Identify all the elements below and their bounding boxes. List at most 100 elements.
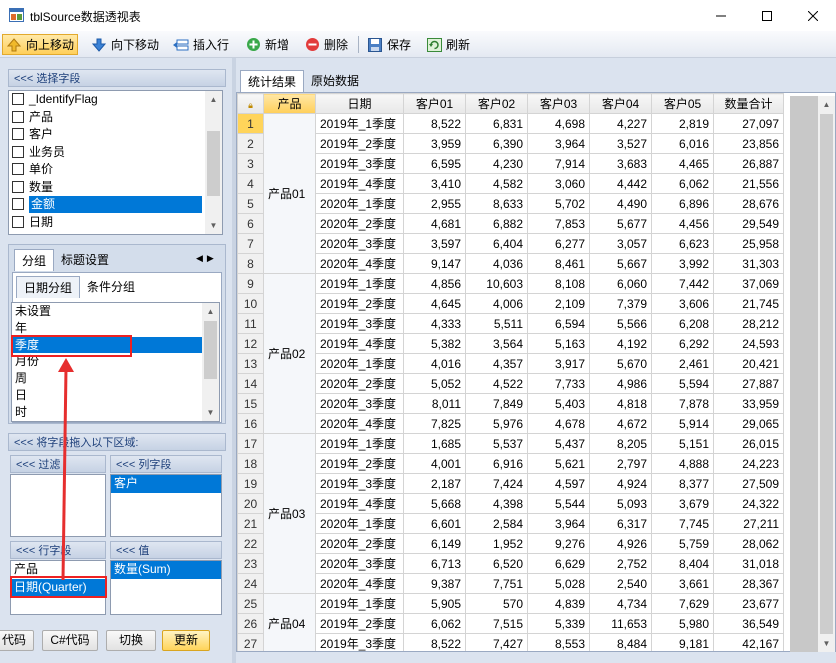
value-cell[interactable]: 4,839 bbox=[527, 593, 590, 614]
value-cell[interactable]: 4,016 bbox=[403, 353, 466, 374]
row-number[interactable]: 4 bbox=[237, 173, 264, 194]
value-cell[interactable]: 4,001 bbox=[403, 453, 466, 474]
value-cell[interactable]: 4,856 bbox=[403, 273, 466, 294]
date-cell[interactable]: 2019年_4季度 bbox=[315, 173, 404, 194]
row-number[interactable]: 15 bbox=[237, 393, 264, 414]
value-cell[interactable]: 5,914 bbox=[651, 413, 714, 434]
value-cell[interactable]: 570 bbox=[465, 593, 528, 614]
checkbox-icon[interactable] bbox=[12, 180, 24, 193]
table-row[interactable]: 15 2020年_3季度 8,011 7,849 5,403 4,818 7,878 33,9… bbox=[237, 393, 784, 414]
value-cell[interactable]: 5,382 bbox=[403, 333, 466, 354]
group-cell[interactable]: 产品02 bbox=[263, 273, 316, 434]
move-down-button[interactable]: 向下移动 bbox=[88, 34, 162, 55]
group-option[interactable]: 周 bbox=[12, 370, 219, 387]
insert-row-button[interactable]: 插入行 bbox=[170, 34, 232, 55]
maximize-button[interactable] bbox=[744, 0, 790, 31]
value-cell[interactable]: 8,522 bbox=[403, 113, 466, 134]
field-item[interactable]: 单价 bbox=[9, 161, 222, 179]
value-cell[interactable]: 4,597 bbox=[527, 473, 590, 494]
value-cell[interactable]: 4,986 bbox=[589, 373, 652, 394]
value-cell[interactable]: 6,594 bbox=[527, 313, 590, 334]
value-cell[interactable]: 5,905 bbox=[403, 593, 466, 614]
value-cell[interactable]: 4,357 bbox=[465, 353, 528, 374]
value-cell[interactable]: 3,597 bbox=[403, 233, 466, 254]
value-cell[interactable]: 9,387 bbox=[403, 573, 466, 594]
value-cell[interactable]: 20,421 bbox=[713, 353, 784, 374]
value-cell[interactable]: 4,926 bbox=[589, 533, 652, 554]
row-number[interactable]: 5 bbox=[237, 193, 264, 214]
value-cell[interactable]: 7,849 bbox=[465, 393, 528, 414]
value-cell[interactable]: 9,181 bbox=[651, 633, 714, 651]
value-cell[interactable]: 5,670 bbox=[589, 353, 652, 374]
date-cell[interactable]: 2020年_1季度 bbox=[315, 353, 404, 374]
value-cell[interactable]: 3,060 bbox=[527, 173, 590, 194]
value-cell[interactable]: 5,511 bbox=[465, 313, 528, 334]
value-cell[interactable]: 3,679 bbox=[651, 493, 714, 514]
value-cell[interactable]: 5,677 bbox=[589, 213, 652, 234]
checkbox-icon[interactable] bbox=[12, 163, 24, 175]
delete-button[interactable]: 删除 bbox=[301, 34, 351, 55]
value-cell[interactable]: 3,057 bbox=[589, 233, 652, 254]
table-row[interactable]: 23 2020年_3季度 6,713 6,520 6,629 2,752 8,404 31,0… bbox=[237, 553, 784, 574]
subtab-condition-group[interactable]: 条件分组 bbox=[80, 276, 142, 298]
value-cell[interactable]: 5,163 bbox=[527, 333, 590, 354]
value-cell[interactable]: 4,522 bbox=[465, 373, 528, 394]
row-number[interactable]: 22 bbox=[237, 533, 264, 554]
date-cell[interactable]: 2019年_3季度 bbox=[315, 153, 404, 174]
value-cell[interactable]: 2,797 bbox=[589, 453, 652, 474]
checkbox-icon[interactable] bbox=[12, 215, 24, 228]
value-cell[interactable]: 5,759 bbox=[651, 533, 714, 554]
scrollbar-thumb[interactable] bbox=[204, 321, 217, 379]
value-cell[interactable]: 8,484 bbox=[589, 633, 652, 651]
table-row[interactable]: 4 2019年_4季度 3,410 4,582 3,060 4,442 6,062 21,55… bbox=[237, 173, 784, 194]
value-cell[interactable]: 8,553 bbox=[527, 633, 590, 651]
value-cell[interactable]: 4,818 bbox=[589, 393, 652, 414]
date-cell[interactable]: 2019年_3季度 bbox=[315, 313, 404, 334]
value-cell[interactable]: 8,377 bbox=[651, 473, 714, 494]
value-cell[interactable]: 23,856 bbox=[713, 133, 784, 154]
table-row[interactable]: 22 2020年_2季度 6,149 1,952 9,276 4,926 5,759 28,0… bbox=[237, 533, 784, 554]
column-area[interactable]: 客户 bbox=[110, 474, 222, 537]
value-cell[interactable]: 26,887 bbox=[713, 153, 784, 174]
value-cell[interactable]: 6,292 bbox=[651, 333, 714, 354]
value-cell[interactable]: 6,149 bbox=[403, 533, 466, 554]
table-row[interactable]: 18 2019年_2季度 4,001 6,916 5,621 2,797 4,888 24,2… bbox=[237, 453, 784, 474]
table-row[interactable]: 2 2019年_2季度 3,959 6,390 3,964 3,527 6,016 23,85… bbox=[237, 133, 784, 154]
value-cell[interactable]: 5,544 bbox=[527, 493, 590, 514]
code-button[interactable]: 代码 bbox=[0, 630, 34, 651]
value-cell[interactable]: 7,442 bbox=[651, 273, 714, 294]
value-cell[interactable]: 4,006 bbox=[465, 293, 528, 314]
date-cell[interactable]: 2019年_2季度 bbox=[315, 293, 404, 314]
value-cell[interactable]: 7,825 bbox=[403, 413, 466, 434]
value-cell[interactable]: 3,959 bbox=[403, 133, 466, 154]
date-cell[interactable]: 2019年_4季度 bbox=[315, 333, 404, 354]
value-cell[interactable]: 24,593 bbox=[713, 333, 784, 354]
row-number[interactable]: 16 bbox=[237, 413, 264, 434]
value-cell[interactable]: 4,888 bbox=[651, 453, 714, 474]
scrollbar-thumb[interactable] bbox=[820, 114, 833, 634]
value-cell[interactable]: 6,882 bbox=[465, 213, 528, 234]
value-cell[interactable]: 6,277 bbox=[527, 233, 590, 254]
field-item[interactable]: 金额 bbox=[9, 196, 222, 214]
table-row[interactable]: 1 产品01 2019年_1季度 8,522 6,831 4,698 4,227 2,819 2… bbox=[237, 113, 784, 274]
table-row[interactable]: 17 产品03 2019年_1季度 1,685 5,537 5,437 8,205 5,151… bbox=[237, 433, 784, 594]
row-number[interactable]: 11 bbox=[237, 313, 264, 334]
group-list-scrollbar[interactable]: ▲ ▼ bbox=[202, 303, 219, 421]
row-number[interactable]: 21 bbox=[237, 513, 264, 534]
value-cell[interactable]: 7,379 bbox=[589, 293, 652, 314]
row-number[interactable]: 9 bbox=[237, 273, 264, 294]
subtab-date-group[interactable]: 日期分组 bbox=[16, 276, 81, 298]
value-cell[interactable]: 29,549 bbox=[713, 213, 784, 234]
value-cell[interactable]: 5,980 bbox=[651, 613, 714, 634]
refresh-button[interactable]: 刷新 bbox=[423, 34, 473, 55]
value-field-item[interactable]: 数量(Sum) bbox=[111, 561, 221, 579]
scrollbar-thumb[interactable] bbox=[207, 131, 220, 196]
table-row[interactable]: 3 2019年_3季度 6,595 4,230 7,914 3,683 4,465 26,88… bbox=[237, 153, 784, 174]
value-cell[interactable]: 25,958 bbox=[713, 233, 784, 254]
value-cell[interactable]: 4,672 bbox=[589, 413, 652, 434]
value-cell[interactable]: 31,018 bbox=[713, 553, 784, 574]
value-cell[interactable]: 5,052 bbox=[403, 373, 466, 394]
value-cell[interactable]: 2,752 bbox=[589, 553, 652, 574]
value-cell[interactable]: 6,520 bbox=[465, 553, 528, 574]
checkbox-icon[interactable] bbox=[12, 93, 24, 105]
